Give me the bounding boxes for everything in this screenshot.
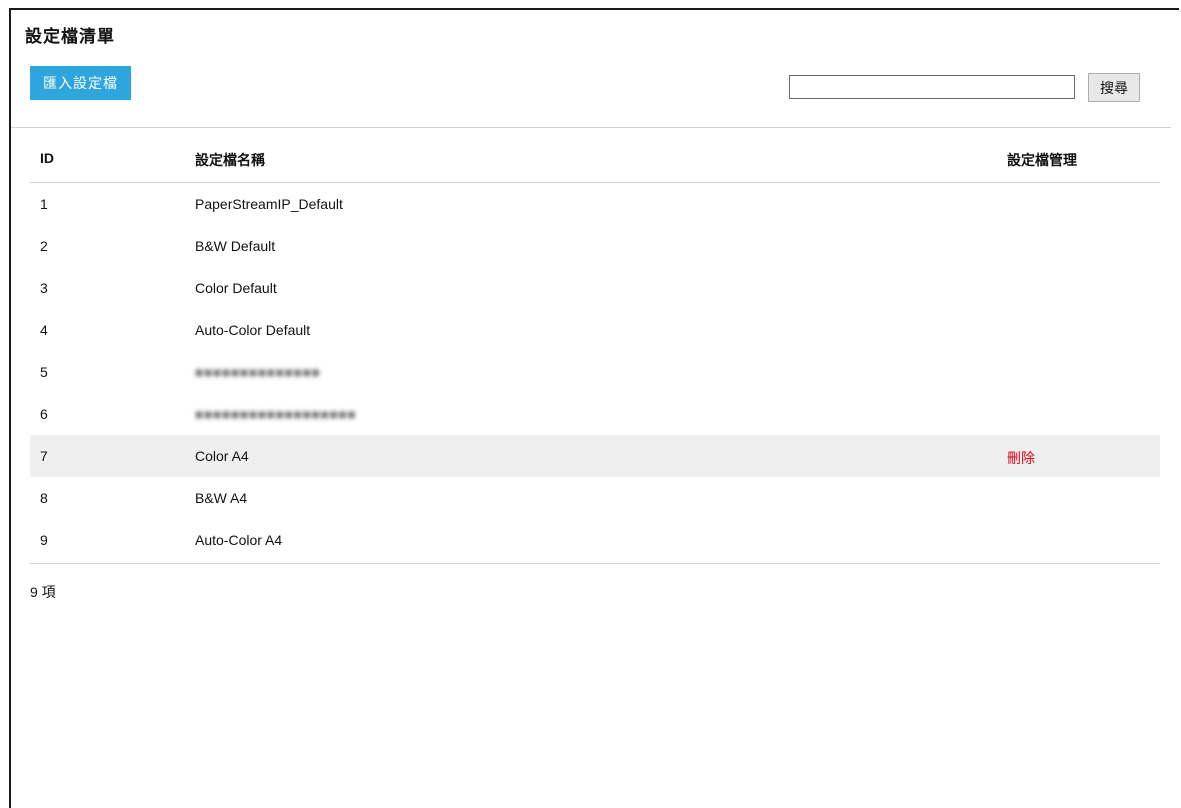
search-input[interactable] (789, 75, 1075, 99)
row-id: 2 (40, 238, 48, 254)
profile-table: ID 設定檔名稱 設定檔管理 1 PaperStreamIP_Default 2… (30, 137, 1160, 564)
table-row[interactable]: 3 Color Default (30, 267, 1160, 309)
row-name-redacted: ■■■■■■■■■■■■■■ (195, 364, 321, 380)
table-row-selected[interactable]: 7 Color A4 刪除 (30, 435, 1160, 477)
row-name: Color Default (195, 280, 277, 296)
row-id: 6 (40, 406, 48, 422)
divider (11, 127, 1171, 128)
row-name: Color A4 (195, 448, 249, 464)
page-title: 設定檔清單 (25, 27, 115, 46)
row-name: Auto-Color Default (195, 322, 311, 338)
table-row[interactable]: 6 ■■■■■■■■■■■■■■■■■■ (30, 393, 1160, 435)
table-row[interactable]: 5 ■■■■■■■■■■■■■■ (30, 351, 1160, 393)
delete-link[interactable]: 刪除 (1007, 448, 1035, 468)
table-row[interactable]: 4 Auto-Color Default (30, 309, 1160, 351)
table-row[interactable]: 9 Auto-Color A4 (30, 519, 1160, 561)
row-name-redacted: ■■■■■■■■■■■■■■■■■■ (195, 406, 357, 422)
row-id: 3 (40, 280, 48, 296)
item-count: 9 項 (30, 584, 56, 600)
column-header-id: ID (40, 150, 54, 166)
search-button[interactable]: 搜尋 (1088, 73, 1140, 102)
import-profile-button[interactable]: 匯入設定檔 (30, 66, 131, 100)
table-header: ID 設定檔名稱 設定檔管理 (30, 137, 1160, 183)
row-name: Auto-Color A4 (195, 532, 283, 548)
table-row[interactable]: 1 PaperStreamIP_Default (30, 183, 1160, 225)
row-name: B&W Default (195, 238, 276, 254)
row-id: 5 (40, 364, 48, 380)
row-id: 4 (40, 322, 48, 338)
row-id: 9 (40, 532, 48, 548)
table-row[interactable]: 8 B&W A4 (30, 477, 1160, 519)
row-name: PaperStreamIP_Default (195, 196, 343, 212)
column-header-name: 設定檔名稱 (195, 152, 265, 168)
row-id: 1 (40, 196, 48, 212)
column-header-management: 設定檔管理 (1007, 152, 1077, 168)
row-id: 8 (40, 490, 48, 506)
row-name: B&W A4 (195, 490, 248, 506)
table-row[interactable]: 2 B&W Default (30, 225, 1160, 267)
row-id: 7 (40, 448, 48, 464)
divider (30, 563, 1160, 564)
